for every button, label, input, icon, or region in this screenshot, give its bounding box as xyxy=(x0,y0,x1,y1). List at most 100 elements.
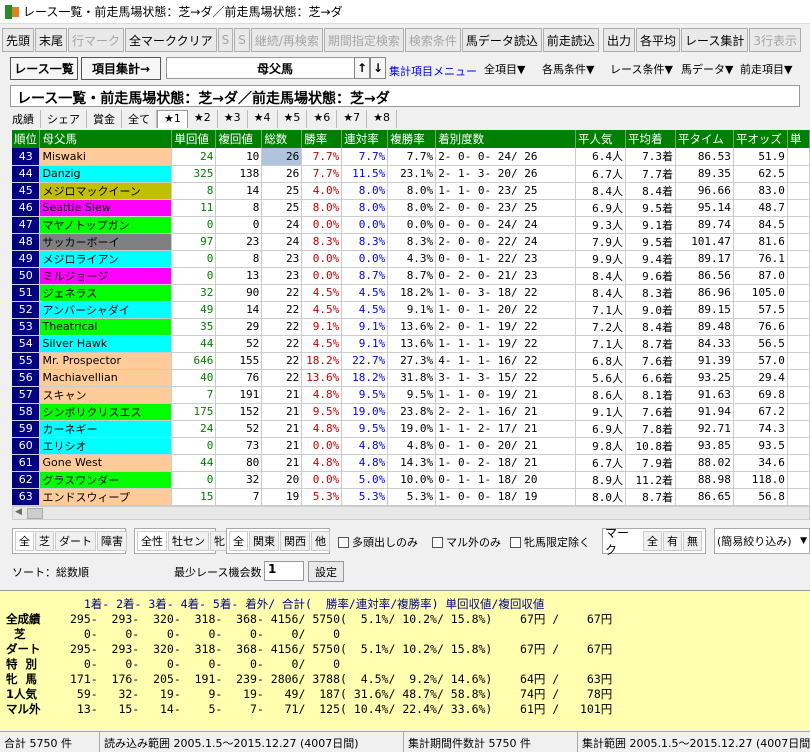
toolbar-button-7[interactable]: 期間指定検索 xyxy=(323,28,404,52)
race-list-button[interactable]: レース一覧 xyxy=(10,57,78,80)
scroll-thumb[interactable] xyxy=(27,508,43,519)
toolbar-button-10[interactable]: 前走読込 xyxy=(542,28,599,52)
check-multi-entry[interactable]: 多頭出しのみ xyxy=(338,534,418,550)
filters-region-0[interactable]: 全 xyxy=(229,531,248,551)
horse-name-cell[interactable]: エリシオ xyxy=(39,437,173,455)
toolbar-button-0[interactable]: 先頭 xyxy=(2,28,35,52)
stat-item-menu-link[interactable]: 集計項目メニュー xyxy=(389,63,477,79)
column-header[interactable]: 順位 xyxy=(12,130,41,148)
check-exclude-filly[interactable]: 牝馬限定除く xyxy=(510,534,590,550)
column-header[interactable]: 平均着 xyxy=(625,130,676,148)
horse-name-cell[interactable]: Danzig xyxy=(39,165,173,183)
filters-surface-0[interactable]: 全 xyxy=(15,531,34,551)
toolbar-button-11[interactable]: 出力 xyxy=(602,28,635,52)
horse-name-cell[interactable]: スキャン xyxy=(39,386,173,404)
tab-7[interactable]: ★4 xyxy=(248,110,278,128)
table-row[interactable]: 43 Miswaki 24 10 26 7.7% 7.7% 7.7% 2- 0- 0- 24/ … xyxy=(12,148,810,166)
tab-1[interactable]: シェア xyxy=(41,110,87,128)
filters-region-2[interactable]: 関西 xyxy=(280,531,310,551)
filters-surface-1[interactable]: 芝 xyxy=(35,531,54,551)
column-header[interactable]: 複回値 xyxy=(215,130,263,148)
table-row[interactable]: 48 サッカーボーイ 97 23 24 8.3% 8.3% 8.3% 2- 0- 0- 22/ … xyxy=(12,233,810,251)
narrow-combo[interactable]: (簡易絞り込み) ▼ xyxy=(714,528,810,554)
toolbar-button-3[interactable]: 全マーククリア xyxy=(125,28,217,52)
menu-all-items[interactable]: 全項目▼ xyxy=(484,61,525,77)
horse-name-cell[interactable]: サッカーボーイ xyxy=(39,233,173,251)
table-row[interactable]: 62 グラスワンダー 0 32 20 0.0% 5.0% 10.0% 0- 1- 1- 18/ … xyxy=(12,471,810,489)
table-row[interactable]: 57 スキャン 7 191 21 4.8% 9.5% 9.5% 1- 1- 0- 19/ 21 8… xyxy=(12,386,810,404)
table-row[interactable]: 47 マヤノトップガン 0 0 24 0.0% 0.0% 0.0% 0- 0- 0- 24/ 2… xyxy=(12,216,810,234)
filters-region-3[interactable]: 他 xyxy=(311,531,330,551)
column-header[interactable]: 平人気 xyxy=(575,130,626,148)
tab-0[interactable]: 成績 xyxy=(6,110,41,128)
table-row[interactable]: 49 メジロライアン 0 8 23 0.0% 0.0% 4.3% 0- 0- 1- 22/ 23… xyxy=(12,250,810,268)
horse-name-cell[interactable]: Seattle Slew xyxy=(39,199,173,217)
horse-name-cell[interactable]: マヤノトップガン xyxy=(39,216,173,234)
column-header[interactable]: 総数 xyxy=(261,130,303,148)
table-row[interactable]: 50 ミルジョージ 0 13 23 0.0% 8.7% 8.7% 0- 2- 0- 21/ 23… xyxy=(12,267,810,285)
tab-6[interactable]: ★3 xyxy=(218,110,248,128)
tab-3[interactable]: 全て xyxy=(122,110,157,128)
tab-10[interactable]: ★7 xyxy=(337,110,368,128)
filters-region-1[interactable]: 関東 xyxy=(249,531,279,551)
toolbar-button-6[interactable]: 継続/再検索 xyxy=(250,28,323,52)
results-grid[interactable]: 順位 母父馬 単回値 複回値 総数 勝率 連対率 複勝率 着別度数 平人気 平均着 平タイム 平オッズ単… xyxy=(12,130,810,506)
menu-prev-items[interactable]: 前走項目▼ xyxy=(740,61,792,77)
column-header[interactable]: 単 xyxy=(787,130,810,148)
tab-11[interactable]: ★8 xyxy=(367,110,397,128)
filters-mark-2[interactable]: 無 xyxy=(683,531,702,551)
horse-name-cell[interactable]: エンドスウィープ xyxy=(39,488,173,506)
column-header[interactable]: 単回値 xyxy=(171,130,217,148)
table-row[interactable]: 56 Machiavellian 40 76 22 13.6% 18.2% 31.8% 3- 1… xyxy=(12,369,810,387)
horse-name-cell[interactable]: ジェネラス xyxy=(39,284,173,302)
table-row[interactable]: 46 Seattle Slew 11 8 25 8.0% 8.0% 8.0% 2- 0- 0- … xyxy=(12,199,810,217)
horizontal-scrollbar[interactable]: ◀ xyxy=(12,506,810,520)
horse-name-cell[interactable]: Gone West xyxy=(39,454,173,472)
toolbar-button-5[interactable]: S xyxy=(234,28,250,52)
column-header[interactable]: 複勝率 xyxy=(387,130,437,148)
toolbar-button-14[interactable]: 3行表示 xyxy=(749,28,802,52)
filters-mark-1[interactable]: 有 xyxy=(663,531,682,551)
table-row[interactable]: 61 Gone West 44 80 21 4.8% 4.8% 14.3% 1- 0- 2- 1… xyxy=(12,454,810,472)
toolbar-button-1[interactable]: 末尾 xyxy=(35,28,68,52)
table-row[interactable]: 60 エリシオ 0 73 21 0.0% 4.8% 4.8% 0- 1- 0- 20/ 21 9.… xyxy=(12,437,810,455)
table-row[interactable]: 58 シンボリクリスエス 175 152 21 9.5% 19.0% 23.8% 2- 2- 1… xyxy=(12,403,810,421)
tab-2[interactable]: 賞金 xyxy=(87,110,122,128)
filters-sex-0[interactable]: 全性 xyxy=(137,531,167,551)
horse-name-cell[interactable]: Miswaki xyxy=(39,148,173,166)
table-row[interactable]: 59 カーネギー 24 52 21 4.8% 9.5% 19.0% 1- 1- 2- 17/ 2… xyxy=(12,420,810,438)
horse-name-cell[interactable]: Mr. Prospector xyxy=(39,352,173,370)
filters-sex-1[interactable]: 牡セン xyxy=(168,531,209,551)
horse-name-cell[interactable]: グラスワンダー xyxy=(39,471,173,489)
column-header[interactable]: 母父馬 xyxy=(39,130,173,148)
sort-down-button[interactable]: ↓ xyxy=(370,57,386,79)
table-row[interactable]: 45 メジロマックイーン 8 14 25 4.0% 8.0% 8.0% 1- 1- 0- 23/… xyxy=(12,182,810,200)
table-row[interactable]: 52 アンバーシャダイ 49 14 22 4.5% 4.5% 9.1% 1- 0- 1- 20/… xyxy=(12,301,810,319)
column-header[interactable]: 平タイム xyxy=(675,130,734,148)
toolbar-button-9[interactable]: 馬データ読込 xyxy=(461,28,542,52)
tab-4[interactable]: ★1 xyxy=(157,110,188,128)
column-header[interactable]: 平オッズ xyxy=(733,130,788,148)
tab-8[interactable]: ★5 xyxy=(278,110,308,128)
horse-name-cell[interactable]: Silver Hawk xyxy=(39,335,173,353)
horse-name-cell[interactable]: カーネギー xyxy=(39,420,173,438)
filters-surface-3[interactable]: 障害 xyxy=(97,531,127,551)
table-row[interactable]: 63 エンドスウィープ 15 7 19 5.3% 5.3% 5.3% 1- 0- 0- 18/ … xyxy=(12,488,810,506)
table-row[interactable]: 53 Theatrical 35 29 22 9.1% 9.1% 13.6% 2- 0- 1- … xyxy=(12,318,810,336)
toolbar-button-13[interactable]: レース集計 xyxy=(680,28,749,52)
toolbar-button-2[interactable]: 行マーク xyxy=(68,28,125,52)
table-row[interactable]: 44 Danzig 325 138 26 7.7% 11.5% 23.1% 2- 1- 3- 2… xyxy=(12,165,810,183)
check-foreign-only[interactable]: マル外のみ xyxy=(432,534,501,550)
column-header[interactable]: 連対率 xyxy=(341,130,389,148)
horse-name-cell[interactable]: アンバーシャダイ xyxy=(39,301,173,319)
min-races-input[interactable]: 1 xyxy=(264,561,304,581)
sort-up-button[interactable]: ↑ xyxy=(354,57,370,79)
menu-horse-conditions[interactable]: 各馬条件▼ xyxy=(542,61,594,77)
filters-surface-2[interactable]: ダート xyxy=(55,531,96,551)
tab-9[interactable]: ★6 xyxy=(307,110,338,128)
table-row[interactable]: 51 ジェネラス 32 90 22 4.5% 4.5% 18.2% 1- 0- 3- 18/ 2… xyxy=(12,284,810,302)
set-button[interactable]: 設定 xyxy=(308,561,344,582)
tab-5[interactable]: ★2 xyxy=(188,110,218,128)
horse-name-cell[interactable]: メジロマックイーン xyxy=(39,182,173,200)
filters-mark-0[interactable]: 全 xyxy=(643,531,662,551)
